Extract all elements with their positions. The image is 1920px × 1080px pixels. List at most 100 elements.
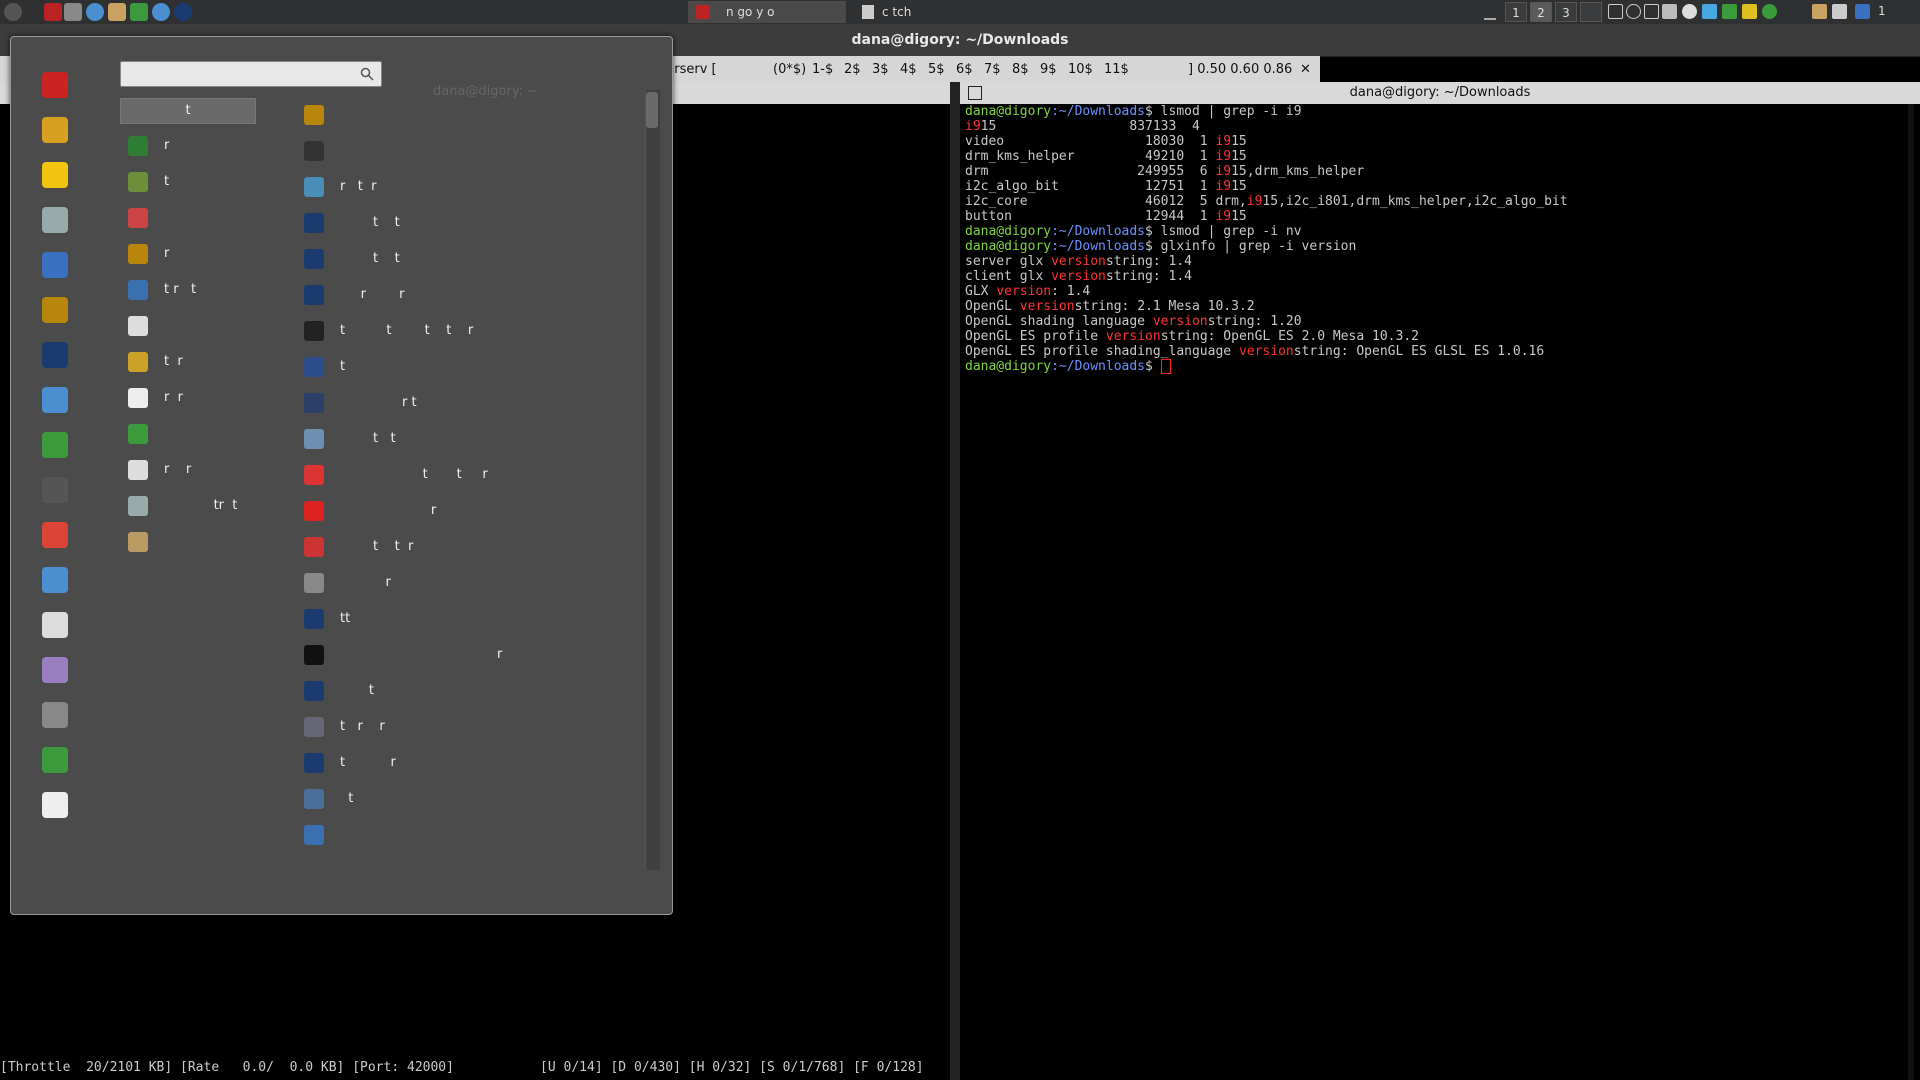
steam-tray-icon[interactable]	[1682, 4, 1697, 19]
app-item[interactable]: t t	[304, 426, 644, 452]
app-item[interactable]: t t t t r	[304, 318, 644, 344]
tmux-window-2[interactable]: 2$	[844, 62, 861, 77]
right-terminal-pane[interactable]: dana@digory:~/Downloads$ lsmod | grep -i…	[965, 104, 1905, 1080]
app-item[interactable]	[304, 138, 644, 164]
category-15-icon[interactable]	[42, 747, 68, 773]
godot2-launcher-icon[interactable]	[152, 3, 170, 21]
tmux-window-6[interactable]: 6$	[956, 62, 973, 77]
prompt-user: dana@digory	[965, 359, 1052, 374]
app-item[interactable]: r r	[304, 282, 644, 308]
category-13-icon[interactable]	[42, 657, 68, 683]
app-item[interactable]: r	[304, 570, 644, 596]
app-item[interactable]: tt	[304, 606, 644, 632]
app-item[interactable]: t	[304, 678, 644, 704]
bluetooth-icon[interactable]	[1855, 4, 1870, 19]
app-item[interactable]: r	[128, 241, 288, 267]
app-item[interactable]: t r r	[304, 714, 644, 740]
menu-scrollbar-thumb[interactable]	[646, 92, 658, 128]
workspace-3[interactable]: 3	[1555, 2, 1577, 22]
gear-menu-icon[interactable]	[4, 3, 22, 21]
browser-launcher-icon[interactable]	[130, 3, 148, 21]
app-item[interactable]: t t	[304, 246, 644, 272]
category-9-icon[interactable]	[42, 477, 68, 503]
app-item[interactable]	[128, 421, 288, 447]
workspace-2[interactable]: 2	[1530, 2, 1552, 22]
app-item[interactable]: t	[304, 786, 644, 812]
clock-icon[interactable]	[1626, 4, 1641, 19]
taskbar-item[interactable]: c tch	[850, 1, 1020, 23]
category-12-icon[interactable]	[42, 612, 68, 638]
tmux-window-8[interactable]: 8$	[1012, 62, 1029, 77]
app-item[interactable]: t	[128, 169, 288, 195]
window-icon[interactable]	[1608, 4, 1623, 19]
terminal-scrollbar[interactable]	[1908, 104, 1914, 1080]
app-item[interactable]: r t r	[304, 174, 644, 200]
app-item[interactable]: r r	[128, 457, 288, 483]
update-icon[interactable]	[1762, 4, 1777, 19]
category-5-icon[interactable]	[42, 297, 68, 323]
app-item[interactable]: t t	[304, 210, 644, 236]
notes-icon[interactable]	[1742, 4, 1757, 19]
disk-icon[interactable]	[1644, 4, 1659, 19]
app-item[interactable]: t t r	[304, 462, 644, 488]
godot-launcher-icon[interactable]	[86, 3, 104, 21]
category-7-icon[interactable]	[42, 387, 68, 413]
split-pane-icon[interactable]	[968, 86, 982, 100]
app-item[interactable]: r	[304, 642, 644, 668]
category-16-icon[interactable]	[42, 792, 68, 818]
tmux-window-5[interactable]: 5$	[928, 62, 945, 77]
network-icon[interactable]	[1722, 4, 1737, 19]
dropbox-icon[interactable]	[1702, 4, 1717, 19]
folder-launcher-icon[interactable]	[108, 3, 126, 21]
workspace-1[interactable]: 1	[1505, 2, 1527, 22]
app-item[interactable]: r	[304, 498, 644, 524]
category-1-icon[interactable]	[42, 117, 68, 143]
pane-divider[interactable]	[950, 82, 960, 1080]
tmux-window-1[interactable]: 1-$	[812, 62, 833, 77]
tmux-window-7[interactable]: 7$	[984, 62, 1001, 77]
minimize-all-icon[interactable]	[1484, 6, 1496, 20]
app-item[interactable]: r	[128, 133, 288, 159]
tmux-window-11[interactable]: 11$	[1104, 62, 1129, 77]
category-11-icon[interactable]	[42, 567, 68, 593]
tmux-window-0[interactable]: (0*$)	[773, 62, 806, 77]
tmux-window-10[interactable]: 10$	[1068, 62, 1093, 77]
workspace-4[interactable]	[1580, 2, 1602, 22]
tmux-window-4[interactable]: 4$	[900, 62, 917, 77]
category-8-icon[interactable]	[42, 432, 68, 458]
grep-match: version	[1238, 344, 1294, 359]
app-item[interactable]: t r	[128, 349, 288, 375]
app-item[interactable]	[304, 822, 644, 848]
app-item[interactable]: t	[304, 354, 644, 380]
category-3-icon[interactable]	[42, 207, 68, 233]
app-item[interactable]: tr t	[128, 493, 288, 519]
category-0-icon[interactable]	[42, 72, 68, 98]
taskbar-item-active[interactable]: n go y o	[688, 1, 846, 23]
terminal-launcher-icon[interactable]	[44, 3, 62, 21]
app-item[interactable]: r t	[304, 390, 644, 416]
menu-tab-selected[interactable]: t	[120, 98, 256, 124]
menu-scrollbar[interactable]	[645, 90, 660, 870]
app-item[interactable]	[128, 205, 288, 231]
app-item[interactable]: t r	[304, 750, 644, 776]
category-4-icon[interactable]	[42, 252, 68, 278]
tmux-window-9[interactable]: 9$	[1040, 62, 1057, 77]
close-icon[interactable]: ✕	[1300, 62, 1311, 77]
app-item[interactable]	[128, 529, 288, 555]
volume-icon[interactable]	[1662, 4, 1677, 19]
category-14-icon[interactable]	[42, 702, 68, 728]
clipboard-icon[interactable]	[1812, 4, 1827, 19]
category-10-icon[interactable]	[42, 522, 68, 548]
app-item[interactable]: r r	[128, 385, 288, 411]
app-item[interactable]	[304, 102, 644, 128]
steam-launcher-icon[interactable]	[174, 3, 192, 21]
tmux-window-3[interactable]: 3$	[872, 62, 889, 77]
category-2-icon[interactable]	[42, 162, 68, 188]
app-item[interactable]	[128, 313, 288, 339]
app-item[interactable]: t t r	[304, 534, 644, 560]
search-input[interactable]	[120, 61, 382, 87]
file-manager-launcher-icon[interactable]	[64, 3, 82, 21]
app-item[interactable]: t r t	[128, 277, 288, 303]
category-6-icon[interactable]	[42, 342, 68, 368]
keyboard-icon[interactable]	[1832, 4, 1847, 19]
